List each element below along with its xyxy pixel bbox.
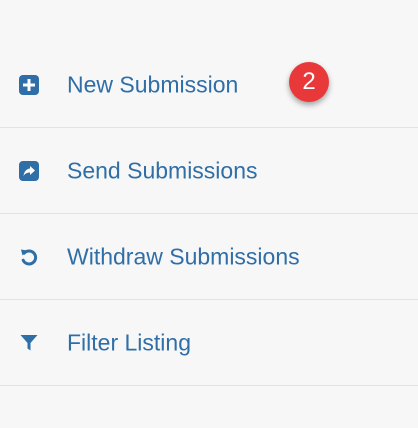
- filter-icon: [18, 332, 40, 354]
- menu-item-label: Withdraw Submissions: [67, 243, 300, 269]
- menu-item-label: Filter Listing: [67, 329, 191, 355]
- menu-item-label: New Submission: [67, 71, 239, 97]
- menu-item-new-submission[interactable]: New Submission: [0, 42, 418, 128]
- menu-item-label: Send Submissions: [67, 157, 258, 183]
- submissions-menu: New Submission Send Submissions Withdraw…: [0, 42, 418, 386]
- notification-badge: 2: [289, 62, 329, 102]
- menu-item-send-submissions[interactable]: Send Submissions: [0, 128, 418, 214]
- share-square-icon: [18, 160, 40, 182]
- menu-item-filter-listing[interactable]: Filter Listing: [0, 300, 418, 386]
- plus-square-icon: [18, 74, 40, 96]
- undo-icon: [18, 246, 40, 268]
- menu-item-withdraw-submissions[interactable]: Withdraw Submissions: [0, 214, 418, 300]
